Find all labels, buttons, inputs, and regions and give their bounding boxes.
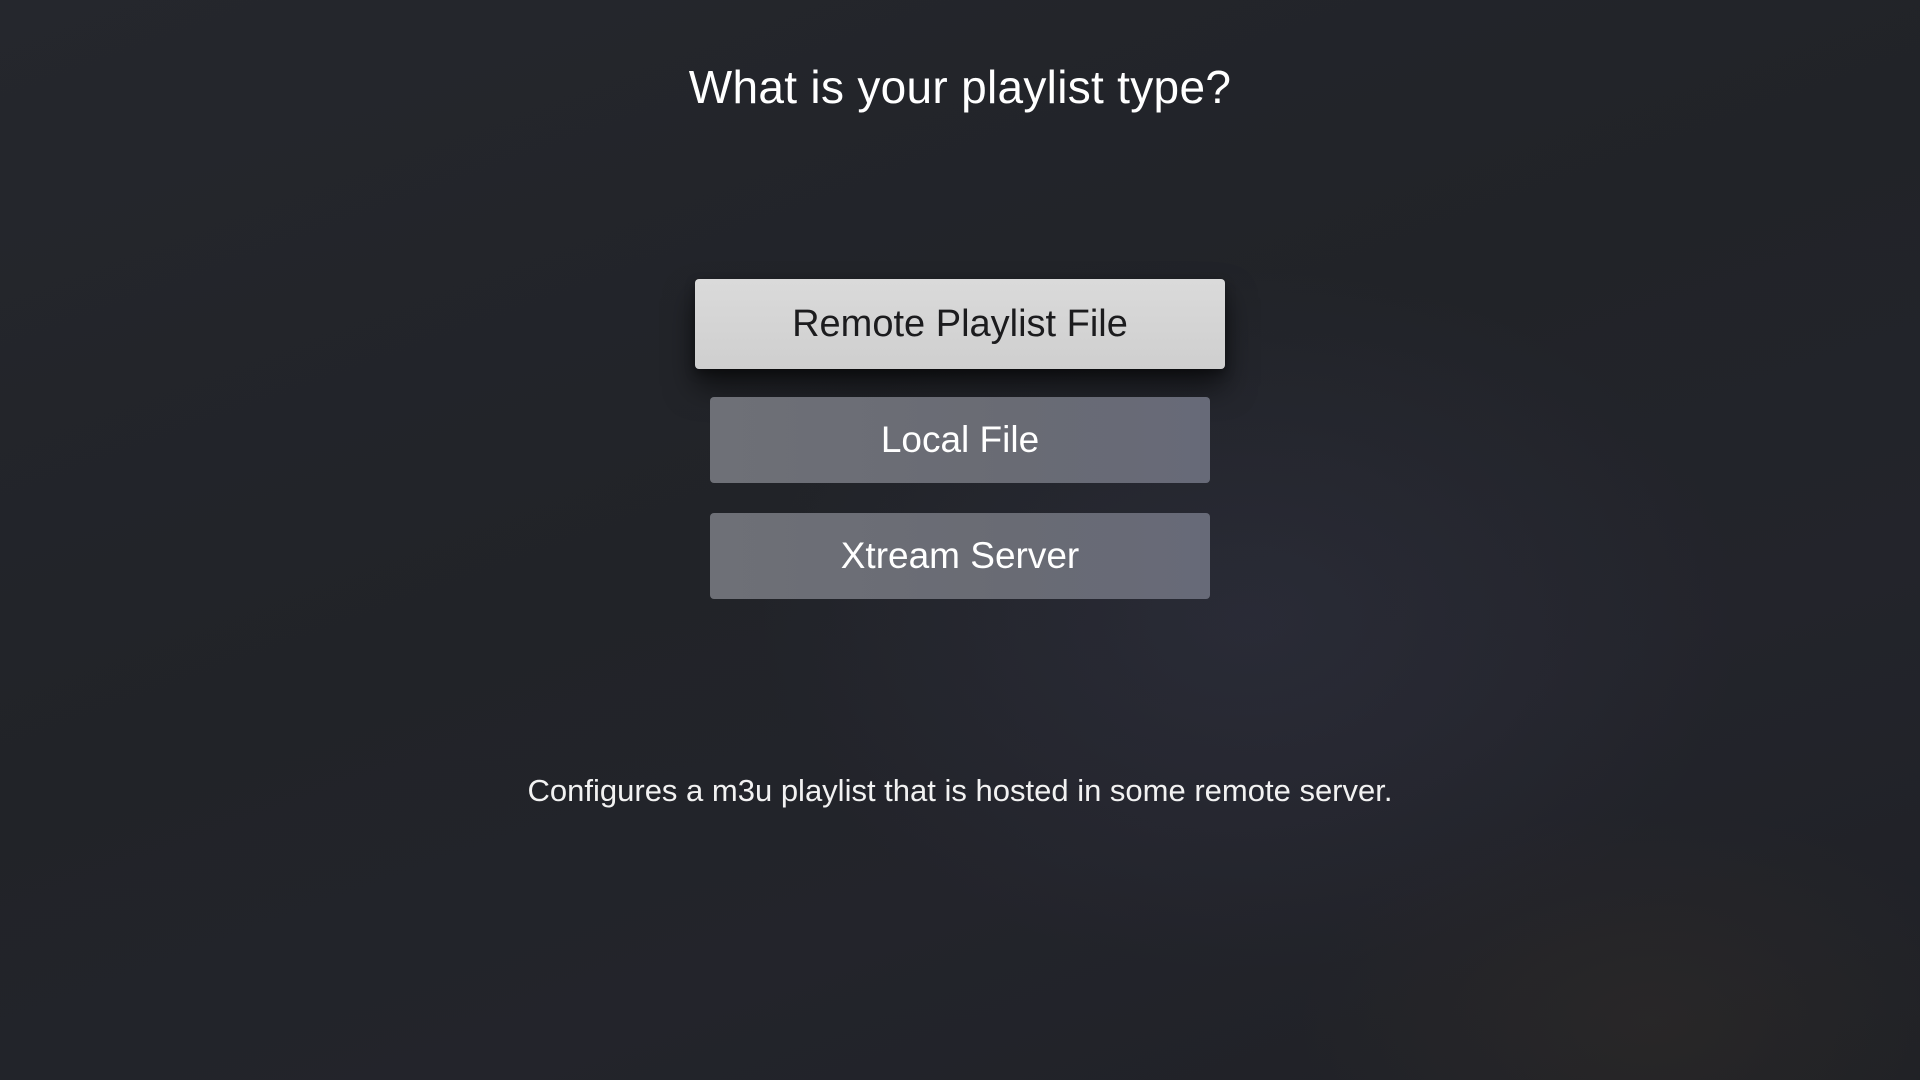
local-file-button[interactable]: Local File <box>710 397 1210 483</box>
xtream-server-label: Xtream Server <box>840 535 1080 576</box>
option-description: Configures a m3u playlist that is hosted… <box>527 773 1393 808</box>
remote-playlist-file-button[interactable]: Remote Playlist File <box>695 279 1225 369</box>
xtream-server-button[interactable]: Xtream Server <box>710 513 1210 599</box>
local-file-label: Local File <box>880 419 1040 460</box>
remote-playlist-file-label: Remote Playlist File <box>792 302 1128 345</box>
page-title: What is your playlist type? <box>688 61 1232 113</box>
